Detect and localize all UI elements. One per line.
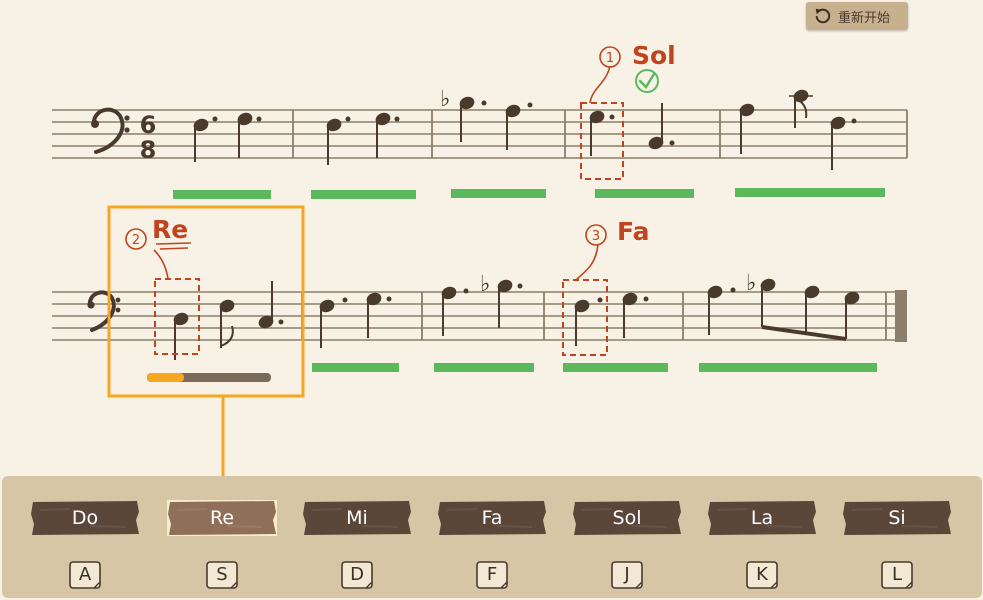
note-key-label: Mi xyxy=(346,507,368,529)
note-key-label: La xyxy=(750,507,774,529)
final-barline xyxy=(895,290,907,342)
game-stage: 6 8 ♭ 1 Sol ♭ ♭ 3 Fa 2 Re 重新开始 Do A Re S… xyxy=(0,0,983,600)
note-key-label: Re xyxy=(209,507,235,529)
note-timer-fill xyxy=(147,373,184,382)
time-signature-bottom: 8 xyxy=(140,136,157,164)
restart-label: 重新开始 xyxy=(838,10,891,26)
staff-1 xyxy=(52,109,907,159)
annotation-number-1: 1 xyxy=(606,51,614,66)
note-key-mi[interactable]: Mi xyxy=(302,500,412,536)
keyboard-hint-j[interactable]: J xyxy=(610,560,644,590)
annotation-label-1: Sol xyxy=(632,41,676,70)
keyboard-hint-label: L xyxy=(891,564,903,585)
keyboard-hint-label: K xyxy=(756,564,768,585)
note-key-label: Do xyxy=(71,507,99,529)
note-key-label: Fa xyxy=(481,507,503,529)
keyboard-hint-label: A xyxy=(78,564,92,585)
svg-text:♭: ♭ xyxy=(746,271,756,296)
svg-text:♭: ♭ xyxy=(440,87,450,112)
note-key-fa[interactable]: Fa xyxy=(437,500,547,536)
restart-button[interactable]: 重新开始 xyxy=(806,2,908,30)
annotation-number-2: 2 xyxy=(132,233,140,248)
svg-text:♭: ♭ xyxy=(480,272,490,297)
note-key-label: Sol xyxy=(612,507,642,529)
keyboard-hint-label: F xyxy=(486,564,498,585)
note-key-do[interactable]: Do xyxy=(30,500,140,536)
keyboard-hint-k[interactable]: K xyxy=(745,560,779,590)
note-key-si[interactable]: Si xyxy=(842,500,952,536)
annotation-label-2: Re xyxy=(152,215,188,244)
keyboard-hint-s[interactable]: S xyxy=(205,560,239,590)
keyboard-hint-label: J xyxy=(624,564,630,585)
correct-bars-2 xyxy=(312,363,877,372)
keyboard-hint-f[interactable]: F xyxy=(475,560,509,590)
keyboard-hint-l[interactable]: L xyxy=(880,560,914,590)
restart-icon xyxy=(815,8,831,24)
note-key-sol[interactable]: Sol xyxy=(572,500,682,536)
keyboard-hint-label: S xyxy=(216,564,228,585)
note-key-re[interactable]: Re xyxy=(167,500,277,536)
annotation-label-3: Fa xyxy=(617,217,649,246)
keyboard-hint-d[interactable]: D xyxy=(340,560,374,590)
annotation-number-3: 3 xyxy=(592,229,600,244)
bass-clef-icon xyxy=(87,290,121,332)
note-key-label: Si xyxy=(888,507,906,529)
correct-bars-1 xyxy=(173,188,885,199)
time-signature-top: 6 xyxy=(140,111,157,139)
keyboard-hint-label: D xyxy=(350,564,364,585)
note-key-la[interactable]: La xyxy=(707,500,817,536)
current-note-highlight: 2 Re xyxy=(107,205,305,500)
keyboard-hint-a[interactable]: A xyxy=(68,560,102,590)
